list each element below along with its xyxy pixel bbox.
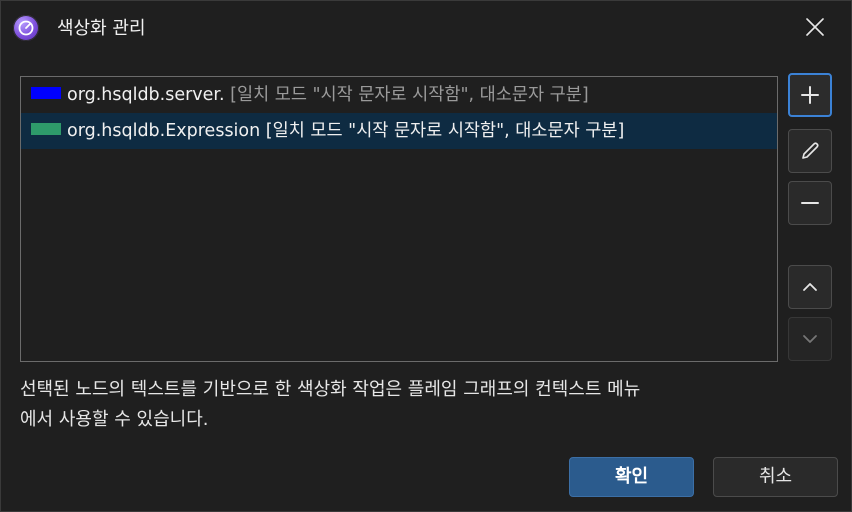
- info-text-line: 에서 사용할 수 있습니다.: [20, 409, 209, 430]
- pencil-icon: [802, 142, 819, 159]
- list-item[interactable]: org.hsqldb.server. [일치 모드 "시작 문자로 시작함", …: [21, 77, 777, 113]
- window-title: 색상화 관리: [57, 18, 146, 39]
- minus-icon: [801, 202, 819, 204]
- rule-options: [일치 모드 "시작 문자로 시작함", 대소문자 구분]: [265, 121, 625, 141]
- info-text-line: 선택된 노드의 텍스트를 기반으로 한 색상화 작업은 플레임 그래프의 컨텍스…: [20, 379, 641, 400]
- chevron-down-icon: [803, 335, 817, 343]
- color-swatch: [31, 87, 61, 99]
- edit-button[interactable]: [788, 129, 832, 173]
- add-button[interactable]: [788, 73, 832, 117]
- rule-pattern: org.hsqldb.server.: [67, 85, 225, 105]
- cancel-button[interactable]: 취소: [713, 457, 838, 497]
- close-icon: [806, 18, 824, 36]
- info-text: 선택된 노드의 텍스트를 기반으로 한 색상화 작업은 플레임 그래프의 컨텍스…: [20, 375, 840, 435]
- plus-icon: [801, 86, 819, 104]
- rule-options: [일치 모드 "시작 문자로 시작함", 대소문자 구분]: [230, 85, 589, 105]
- title-bar: 색상화 관리: [1, 1, 851, 53]
- chevron-up-icon: [803, 283, 817, 291]
- remove-button[interactable]: [788, 181, 832, 225]
- list-item-selected[interactable]: org.hsqldb.Expression [일치 모드 "시작 문자로 시작함…: [21, 113, 777, 149]
- rule-pattern: org.hsqldb.Expression: [67, 121, 261, 141]
- move-up-button[interactable]: [788, 265, 832, 309]
- close-button[interactable]: [797, 9, 833, 45]
- app-logo-icon: [13, 15, 39, 41]
- move-down-button[interactable]: [788, 317, 832, 361]
- color-swatch: [31, 123, 61, 135]
- manage-colorizations-dialog: 색상화 관리 org.hsqldb.server. [일치 모드 "시작 문자로…: [0, 0, 852, 512]
- ok-button[interactable]: 확인: [569, 457, 694, 497]
- colorization-list[interactable]: org.hsqldb.server. [일치 모드 "시작 문자로 시작함", …: [20, 76, 778, 362]
